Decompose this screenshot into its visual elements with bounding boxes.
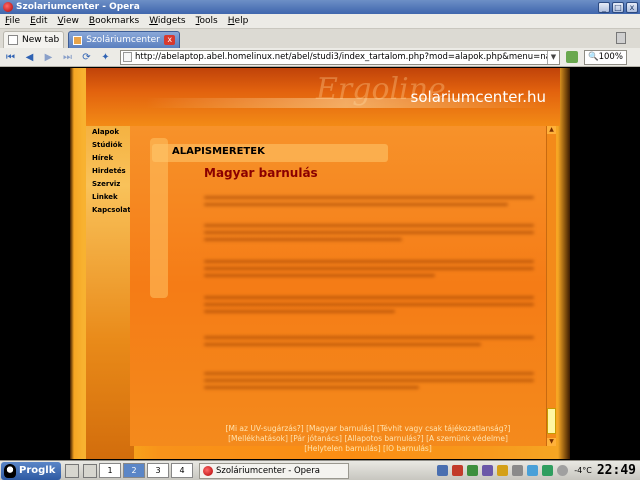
tab-bar: New tab Szoláriumcenter x	[0, 29, 640, 48]
desktop-4-button[interactable]: 4	[171, 463, 193, 478]
zoom-selector[interactable]: 🔍 100%	[584, 49, 627, 65]
rewind-button[interactable]: ⏮	[2, 50, 19, 65]
maximize-button[interactable]: □	[612, 1, 624, 13]
tab-label: Szoláriumcenter	[86, 35, 160, 45]
site-title: solariumcenter.hu	[410, 88, 546, 106]
address-dropdown-button[interactable]: ▼	[547, 50, 559, 64]
content-panel	[130, 126, 548, 446]
weather-icon[interactable]	[557, 465, 569, 476]
new-tab-label: New tab	[22, 35, 60, 45]
menu-view[interactable]: View	[53, 16, 84, 26]
footer-links: [Mi az UV-sugárzás?] [Magyar barnulás] […	[198, 424, 538, 454]
page-favicon-icon	[73, 35, 83, 45]
page-viewport[interactable]: Ergoline solariumcenter.hu Alapok Stúdió…	[0, 68, 640, 459]
tux-icon	[4, 463, 16, 478]
menu-tools[interactable]: Tools	[191, 16, 223, 26]
system-tray: -4°C 22:49	[433, 463, 640, 478]
terminal-icon[interactable]	[65, 463, 79, 478]
tab-szolariumcenter[interactable]: Szoláriumcenter x	[68, 31, 181, 48]
address-field[interactable]: http://abelaptop.abel.homelinux.net/abel…	[120, 49, 560, 65]
taskbar: Proglk 1 2 3 4 Szoláriumcenter - Opera -…	[0, 460, 640, 480]
section-title: ALAPISMERETEK	[172, 146, 265, 157]
footer-link[interactable]: [Tévhit vagy csak tájékozatlanság?]	[377, 424, 510, 433]
back-button[interactable]: ◀	[21, 50, 38, 65]
article-paragraph	[204, 372, 534, 398]
reload-button[interactable]: ⟳	[78, 50, 95, 65]
nav-link-linkek[interactable]: Linkek	[92, 191, 132, 204]
scroll-down-arrow[interactable]: ▼	[547, 438, 556, 446]
footer-link[interactable]: [IO barnulás]	[383, 444, 432, 453]
editor-icon[interactable]	[83, 463, 97, 478]
footer-link[interactable]: [Mi az UV-sugárzás?]	[226, 424, 304, 433]
wand-button[interactable]: ✦	[97, 50, 114, 65]
minimize-button[interactable]: _	[598, 1, 610, 13]
menu-file[interactable]: File	[0, 16, 25, 26]
menu-widgets[interactable]: Widgets	[144, 16, 190, 26]
menu-bookmarks[interactable]: Bookmarks	[84, 16, 144, 26]
tray-app-icon[interactable]	[482, 465, 494, 476]
nav-link-hirek[interactable]: Hírek	[92, 152, 132, 165]
new-tab-icon	[8, 35, 18, 45]
scroll-thumb[interactable]	[547, 408, 556, 434]
tray-app-icon[interactable]	[452, 465, 464, 476]
desktop-2-button[interactable]: 2	[123, 463, 145, 478]
window-title: Szolariumcenter - Opera	[16, 2, 140, 12]
tray-app-icon[interactable]	[512, 465, 524, 476]
fast-forward-button[interactable]: ⏭	[59, 50, 76, 65]
article-paragraph	[204, 224, 534, 250]
url-text: http://abelaptop.abel.homelinux.net/abel…	[135, 52, 547, 62]
tray-app-icon[interactable]	[527, 465, 539, 476]
new-tab-button[interactable]: New tab	[3, 31, 65, 48]
tray-app-icon[interactable]	[497, 465, 509, 476]
footer-link[interactable]: [A szemünk védelme]	[426, 434, 508, 443]
site-nav: Alapok Stúdiók Hírek Hirdetés Szerviz Li…	[92, 126, 132, 217]
start-label: Proglk	[19, 465, 56, 476]
article-paragraph	[204, 260, 534, 286]
site-background: Ergoline solariumcenter.hu Alapok Stúdió…	[70, 68, 570, 459]
article-title: Magyar barnulás	[204, 166, 318, 180]
menu-edit[interactable]: Edit	[25, 16, 52, 26]
task-label: Szoláriumcenter - Opera	[216, 465, 320, 476]
footer-link[interactable]: [Mellékhatások]	[228, 434, 288, 443]
scroll-up-arrow[interactable]: ▲	[547, 126, 556, 134]
content-scrollbar[interactable]: ▲ ▼	[546, 126, 556, 446]
tray-app-icon[interactable]	[467, 465, 479, 476]
decorative-strip	[150, 138, 168, 298]
close-window-button[interactable]: x	[626, 1, 638, 13]
footer-link[interactable]: [Allapotos barnulás?]	[344, 434, 423, 443]
nav-link-studiok[interactable]: Stúdiók	[92, 139, 132, 152]
tray-app-icon[interactable]	[437, 465, 449, 476]
close-tab-button[interactable]: x	[164, 35, 176, 45]
nav-link-kapcsolat[interactable]: Kapcsolat	[92, 204, 132, 217]
trash-icon[interactable]	[616, 32, 626, 44]
nav-link-alapok[interactable]: Alapok	[92, 126, 132, 139]
footer-link[interactable]: [Pár jótanács]	[290, 434, 342, 443]
site-header: Ergoline solariumcenter.hu	[86, 68, 560, 126]
article-paragraph	[204, 296, 534, 322]
zoom-icon: 🔍	[588, 52, 599, 62]
forward-button[interactable]: ▶	[40, 50, 57, 65]
menu-help[interactable]: Help	[223, 16, 254, 26]
go-button[interactable]	[566, 51, 578, 63]
start-menu-button[interactable]: Proglk	[1, 461, 61, 480]
footer-link[interactable]: [Magyar barnulás]	[306, 424, 375, 433]
clock[interactable]: 22:49	[597, 463, 636, 478]
desktop-3-button[interactable]: 3	[147, 463, 169, 478]
opera-icon	[203, 465, 213, 476]
navigation-bar: ⏮ ◀ ▶ ⏭ ⟳ ✦ http://abelaptop.abel.homeli…	[0, 48, 640, 67]
opera-icon	[3, 2, 13, 12]
desktop-1-button[interactable]: 1	[99, 463, 121, 478]
nav-link-szerviz[interactable]: Szerviz	[92, 178, 132, 191]
nav-link-hirdetes[interactable]: Hirdetés	[92, 165, 132, 178]
footer-link[interactable]: [Helytelen barnulás]	[304, 444, 380, 453]
taskbar-window-opera[interactable]: Szoláriumcenter - Opera	[199, 462, 349, 479]
zoom-value: 100%	[598, 52, 623, 62]
temperature-readout: -4°C	[574, 466, 592, 475]
window-titlebar[interactable]: Szolariumcenter - Opera _ □ x	[0, 0, 640, 14]
tray-app-icon[interactable]	[542, 465, 554, 476]
menu-bar: File Edit View Bookmarks Widgets Tools H…	[0, 14, 640, 29]
article-paragraph	[204, 336, 534, 354]
page-icon	[123, 52, 132, 62]
article-paragraph	[204, 196, 534, 214]
